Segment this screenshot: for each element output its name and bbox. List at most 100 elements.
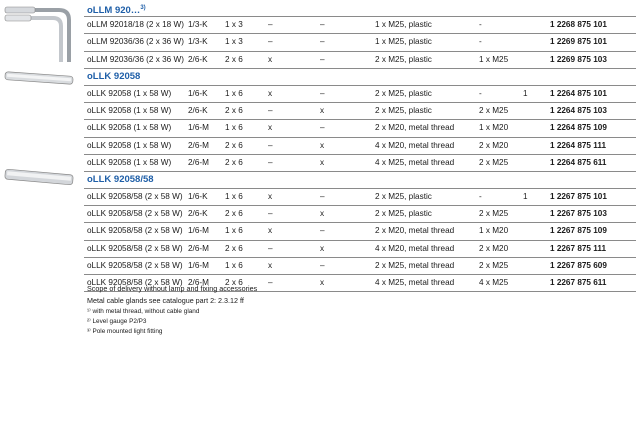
linear-light-fitting-image — [4, 71, 74, 85]
table-cell: 1 2269 875 103 — [550, 54, 607, 64]
table-cell: oLLK 92058/58 (2 x 58 W) — [87, 260, 183, 270]
table-cell: 2/6-M — [188, 243, 209, 253]
table-cell: x — [268, 260, 273, 270]
table-cell: oLLK 92058 (1 x 58 W) — [87, 140, 172, 150]
table-cell: oLLM 92036/36 (2 x 36 W) — [87, 37, 184, 47]
table-cell: - — [479, 37, 482, 47]
table-cell: 2 x 6 — [225, 209, 243, 219]
table-cell: 1/6-K — [188, 192, 208, 202]
table-cell: oLLK 92058 (1 x 58 W) — [87, 123, 172, 133]
twin-linear-light-fitting-image — [4, 168, 74, 186]
product-table: oLLM 920…3) oLLM 92018/18 (2 x 18 W) 1/3-… — [84, 0, 636, 293]
table-cell: 1 2264 875 101 — [550, 88, 607, 98]
table-cell: 1 2268 875 101 — [550, 20, 607, 30]
table-cell: 2/6-K — [188, 209, 208, 219]
table-cell: oLLM 92036/36 (2 x 36 W) — [87, 54, 184, 64]
table-cell: – — [268, 209, 273, 219]
table-cell: 1 2264 875 111 — [550, 140, 607, 150]
table-cell: 2 x M20 — [479, 140, 509, 150]
table-cell: - — [479, 88, 482, 98]
table-cell: 1 2264 875 103 — [550, 106, 607, 116]
table-cell: 4 x M20, metal thread — [375, 243, 455, 253]
table-cell: oLLK 92058/58 (2 x 58 W) — [87, 243, 183, 253]
table-cell: 4 x M25, metal thread — [375, 157, 455, 167]
table-cell: 2/6-M — [188, 140, 209, 150]
table-row: oLLK 92058 (1 x 58 W) 2/6-K 2 x 6 – x 2 x M25… — [84, 103, 636, 121]
table-cell: 2 x M25, plastic — [375, 106, 432, 116]
table-row: oLLK 92058 (1 x 58 W) 1/6-M 1 x 6 x – 2 x M20… — [84, 120, 636, 138]
table-cell: – — [320, 88, 325, 98]
table-cell: 1 x 3 — [225, 20, 243, 30]
table-cell: 4 x M25 — [479, 278, 509, 287]
table-cell: 1 — [523, 192, 528, 202]
table-row: oLLK 92058 (1 x 58 W) 2/6-M 2 x 6 – x 4 x M20… — [84, 138, 636, 155]
table-cell: 1/3-K — [188, 37, 208, 47]
table-cell: 2 x M25 — [479, 260, 509, 270]
pole-mounted-light-image — [4, 6, 71, 62]
table-cell: – — [320, 20, 325, 30]
table-cell: 4 x M20, metal thread — [375, 140, 455, 150]
table-cell: 2 x M25, metal thread — [375, 260, 455, 270]
table-cell: x — [320, 157, 325, 167]
table-cell: – — [320, 54, 325, 64]
footnote-1: ¹⁾ with metal thread, without cable glan… — [87, 308, 200, 315]
table-cell: x — [320, 140, 325, 150]
table-cell: – — [320, 192, 325, 202]
table-cell: 2 x 6 — [225, 54, 243, 64]
section-heading: oLLM 920…3) — [84, 0, 636, 18]
footnote-2: ²⁾ Level gauge P2/P3 — [87, 318, 147, 325]
table-cell: x — [320, 209, 325, 219]
table-cell: – — [320, 260, 325, 270]
table-cell: 1 x M25, plastic — [375, 20, 432, 30]
table-cell: 1 2267 875 111 — [550, 243, 607, 253]
table-cell: 2 x 6 — [225, 243, 243, 253]
table-row: oLLK 92058 (1 x 58 W) 2/6-M 2 x 6 – x 4 x M25… — [84, 155, 636, 172]
table-cell: x — [320, 106, 325, 116]
table-cell: 1 x 3 — [225, 37, 243, 47]
table-row: oLLK 92058/58 (2 x 58 W) 2/6-K 2 x 6 – x 2 x … — [84, 206, 636, 224]
table-cell: 1 2267 875 101 — [550, 192, 607, 202]
table-cell: – — [268, 37, 273, 47]
table-cell: 1 x M25 — [479, 54, 509, 64]
product-images — [0, 0, 80, 432]
table-cell: oLLK 92058/58 (2 x 58 W) — [87, 226, 183, 236]
table-cell: – — [268, 278, 273, 287]
table-cell: – — [320, 37, 325, 47]
table-cell: x — [268, 123, 273, 133]
table-cell: 2 x M20, metal thread — [375, 123, 455, 133]
table-cell: 1 2267 875 609 — [550, 260, 607, 270]
table-cell: – — [320, 226, 325, 236]
table-cell: 2 x M25 — [479, 106, 509, 116]
table-cell: 1 x 6 — [225, 260, 243, 270]
table-cell: x — [268, 226, 273, 236]
table-cell: - — [479, 20, 482, 30]
table-cell: 1 x 6 — [225, 123, 243, 133]
table-cell: 1/3-K — [188, 20, 208, 30]
table-cell: 1 2269 875 101 — [550, 37, 607, 47]
table-cell: 1 x 6 — [225, 192, 243, 202]
table-cell: 1 — [523, 88, 528, 98]
table-cell: x — [320, 278, 325, 287]
table-cell: – — [268, 243, 273, 253]
table-cell: 2 x 6 — [225, 157, 243, 167]
table-row: oLLM 92018/18 (2 x 18 W) 1/3-K 1 x 3 – – 1 x … — [84, 17, 636, 35]
table-cell: 2/6-K — [188, 54, 208, 64]
table-cell: 4 x M25, metal thread — [375, 278, 455, 287]
table-cell: oLLK 92058/58 (2 x 58 W) — [87, 192, 183, 202]
table-cell: – — [268, 106, 273, 116]
table-cell: 1 2267 875 103 — [550, 209, 607, 219]
table-cell: 2 x M20 — [479, 243, 509, 253]
table-cell: 2 x M25, plastic — [375, 192, 432, 202]
table-cell: 1/6-K — [188, 88, 208, 98]
table-cell: oLLK 92058/58 (2 x 58 W) — [87, 209, 183, 219]
table-cell: 1/6-M — [188, 260, 209, 270]
footnote-3: ³⁾ Pole mounted light fitting — [87, 328, 163, 335]
glands-note: Metal cable glands see catalogue part 2:… — [87, 296, 244, 305]
table-cell: 2 x M25 — [479, 157, 509, 167]
table-cell: oLLK 92058 (1 x 58 W) — [87, 157, 172, 167]
table-cell: 1 x M25, plastic — [375, 37, 432, 47]
table-row: oLLM 92036/36 (2 x 36 W) 2/6-K 2 x 6 x – 2 x … — [84, 52, 636, 69]
table-cell: 2 x 6 — [225, 140, 243, 150]
table-cell: 1 2264 875 109 — [550, 123, 607, 133]
table-cell: - — [479, 192, 482, 202]
